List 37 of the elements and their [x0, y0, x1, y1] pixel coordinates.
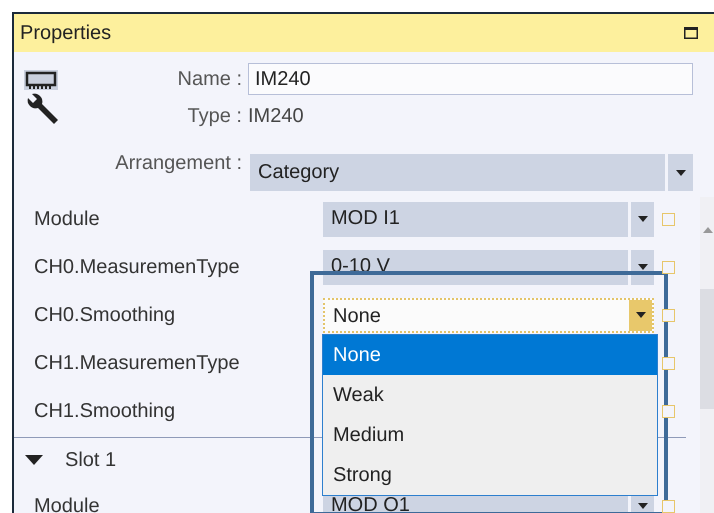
scrollbar[interactable]	[700, 197, 714, 513]
checkbox[interactable]	[662, 308, 675, 322]
module-wrench-icon	[22, 68, 60, 126]
dropdown-option[interactable]: Medium	[323, 415, 657, 455]
panel-title: Properties	[20, 22, 112, 44]
checkbox[interactable]	[662, 404, 675, 418]
checkbox[interactable]	[662, 260, 675, 274]
dropdown-option[interactable]: Weak	[323, 375, 657, 415]
dropdown-option[interactable]: Strong	[323, 455, 657, 495]
property-dropdown[interactable]: MOD I1	[323, 202, 654, 236]
dropdown-arrow-icon	[676, 170, 686, 176]
checkbox[interactable]	[662, 500, 675, 512]
name-label: Name :	[176, 67, 243, 92]
property-label: CH1.Smoothing	[33, 400, 176, 422]
dropdown-arrow-icon	[638, 503, 648, 509]
dropdown-arrow-icon	[636, 312, 646, 318]
scroll-up-arrow-icon[interactable]	[703, 227, 713, 233]
property-label: Module	[33, 208, 101, 230]
property-label: CH0.Smoothing	[33, 304, 176, 326]
checkbox[interactable]	[662, 212, 675, 226]
property-label: CH0.MeasuremenType	[33, 256, 241, 278]
checkbox[interactable]	[662, 356, 675, 370]
dropdown-option[interactable]: None	[323, 335, 657, 375]
type-value: IM240	[248, 104, 305, 129]
arrangement-label: Arrangement :	[114, 150, 243, 176]
maximize-icon[interactable]	[684, 27, 698, 39]
arrangement-dropdown[interactable]: Category	[250, 154, 693, 191]
property-dropdown[interactable]: None	[323, 298, 654, 332]
type-label: Type :	[186, 104, 243, 129]
property-label: Module	[33, 494, 101, 513]
scrollbar-thumb[interactable]	[700, 289, 714, 409]
group-label: Slot 1	[65, 448, 116, 472]
dropdown-arrow-icon	[638, 264, 648, 270]
expanded-triangle-icon[interactable]	[25, 455, 43, 465]
dropdown-arrow-icon	[638, 216, 648, 222]
property-label: CH1.MeasuremenType	[33, 352, 241, 374]
name-field[interactable]: IM240	[248, 63, 693, 95]
